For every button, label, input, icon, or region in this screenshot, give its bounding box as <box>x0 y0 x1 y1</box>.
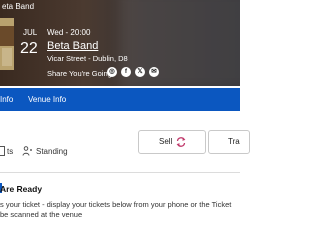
event-poster-thumbnail <box>0 18 14 70</box>
tab-venue-info[interactable]: Venue Info <box>28 95 66 104</box>
event-title-link[interactable]: Beta Band <box>47 40 98 52</box>
notice-title: Are Ready <box>0 184 43 194</box>
poster-figure <box>0 26 14 46</box>
sell-refresh-icon <box>176 137 186 147</box>
seat-icon <box>0 146 5 156</box>
facebook-icon[interactable]: f <box>121 67 131 77</box>
standing-label: Standing <box>36 147 68 156</box>
sell-button[interactable]: Sell <box>138 130 206 154</box>
breadcrumb[interactable]: eta Band <box>2 2 34 11</box>
event-venue: Vicar Street - Dublin, D8 <box>47 54 128 63</box>
email-icon[interactable]: ✉ <box>149 67 159 77</box>
notice-text-line2: be scanned at the venue <box>0 210 83 219</box>
event-datetime: Wed - 20:00 <box>47 28 91 37</box>
transfer-button[interactable]: Tra <box>208 130 250 154</box>
sell-button-label: Sell <box>159 137 173 146</box>
person-standing-icon <box>22 146 32 156</box>
x-twitter-icon[interactable]: 𝕏 <box>135 67 145 77</box>
event-tabs: Info Venue Info <box>0 88 240 111</box>
poster-figure-2 <box>2 48 12 66</box>
event-month: JUL <box>23 28 38 37</box>
section-divider <box>0 172 240 173</box>
event-day: 22 <box>20 40 38 57</box>
social-icon-1[interactable]: ◎ <box>107 67 117 77</box>
tab-info[interactable]: Info <box>0 95 13 104</box>
transfer-button-label: Tra <box>228 137 240 146</box>
share-label: Share You're Going <box>47 69 112 78</box>
notice-text-line1: s your ticket - display your tickets bel… <box>0 200 232 209</box>
seat-type-label: ts <box>7 147 14 156</box>
